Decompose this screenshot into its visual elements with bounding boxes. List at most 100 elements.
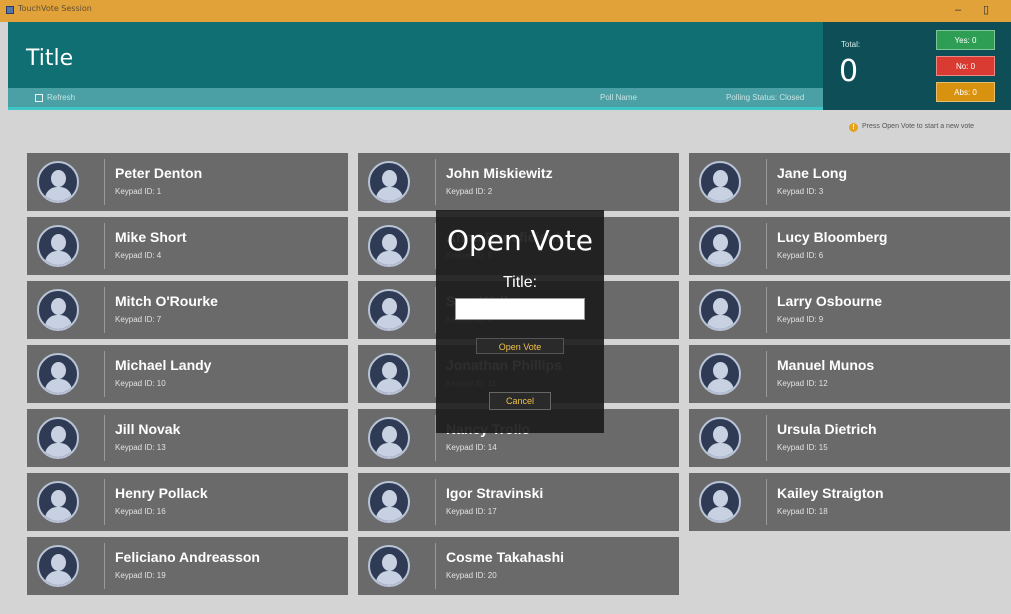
keypad-id: Keypad ID: 13 bbox=[115, 443, 166, 452]
delegate-card[interactable]: Lucy Bloomberg Keypad ID: 6 bbox=[689, 217, 1010, 275]
user-avatar-icon bbox=[699, 417, 741, 459]
card-divider bbox=[435, 543, 436, 589]
keypad-id: Keypad ID: 19 bbox=[115, 571, 166, 580]
polling-status-label: Polling Status: Closed bbox=[726, 93, 805, 102]
delegate-name: John Miskiewitz bbox=[446, 165, 553, 181]
cancel-button[interactable]: Cancel bbox=[489, 392, 551, 410]
user-avatar-icon bbox=[368, 545, 410, 587]
total-label: Total: bbox=[841, 40, 861, 49]
delegate-name: Peter Denton bbox=[115, 165, 203, 181]
delegate-card[interactable]: Manuel Munos Keypad ID: 12 bbox=[689, 345, 1010, 403]
delegate-card[interactable]: Ursula Dietrich Keypad ID: 15 bbox=[689, 409, 1010, 467]
keypad-id: Keypad ID: 16 bbox=[115, 507, 166, 516]
keypad-id: Keypad ID: 15 bbox=[777, 443, 828, 452]
open-vote-button[interactable]: Open Vote bbox=[476, 338, 564, 354]
card-divider bbox=[104, 287, 105, 333]
delegate-card[interactable]: Mike Short Keypad ID: 4 bbox=[27, 217, 348, 275]
delegate-name: Mike Short bbox=[115, 229, 187, 245]
delegate-card[interactable]: Jill Novak Keypad ID: 13 bbox=[27, 409, 348, 467]
open-vote-dialog: Open Vote Title: Open Vote Cancel bbox=[436, 210, 604, 433]
refresh-link[interactable]: Refresh bbox=[47, 93, 75, 102]
delegate-card[interactable]: Henry Pollack Keypad ID: 16 bbox=[27, 473, 348, 531]
keypad-id: Keypad ID: 12 bbox=[777, 379, 828, 388]
keypad-id: Keypad ID: 14 bbox=[446, 443, 497, 452]
delegate-name: Manuel Munos bbox=[777, 357, 875, 373]
keypad-id: Keypad ID: 9 bbox=[777, 315, 824, 324]
card-divider bbox=[766, 415, 767, 461]
delegate-card[interactable]: John Miskiewitz Keypad ID: 2 bbox=[358, 153, 679, 211]
keypad-id: Keypad ID: 6 bbox=[777, 251, 824, 260]
card-divider bbox=[104, 415, 105, 461]
window-title: TouchVote Session bbox=[18, 4, 92, 13]
user-avatar-icon bbox=[368, 417, 410, 459]
delegate-card[interactable]: Michael Landy Keypad ID: 10 bbox=[27, 345, 348, 403]
delegate-name: Igor Stravinski bbox=[446, 485, 544, 501]
maximize-button[interactable]: ▯ bbox=[976, 2, 996, 18]
delegate-card[interactable]: Cosme Takahashi Keypad ID: 20 bbox=[358, 537, 679, 595]
vote-title-input[interactable] bbox=[455, 298, 585, 320]
user-avatar-icon bbox=[368, 289, 410, 331]
keypad-id: Keypad ID: 17 bbox=[446, 507, 497, 516]
card-divider bbox=[766, 159, 767, 205]
keypad-id: Keypad ID: 10 bbox=[115, 379, 166, 388]
delegate-name: Larry Osbourne bbox=[777, 293, 883, 309]
keypad-id: Keypad ID: 20 bbox=[446, 571, 497, 580]
delegate-name: Jane Long bbox=[777, 165, 848, 181]
delegate-card[interactable]: Larry Osbourne Keypad ID: 9 bbox=[689, 281, 1010, 339]
app-icon bbox=[6, 6, 14, 14]
card-divider bbox=[766, 479, 767, 525]
user-avatar-icon bbox=[37, 481, 79, 523]
info-icon: ! bbox=[849, 123, 858, 132]
user-avatar-icon bbox=[368, 353, 410, 395]
refresh-icon[interactable] bbox=[35, 94, 43, 102]
delegate-name: Mitch O'Rourke bbox=[115, 293, 218, 309]
keypad-id: Keypad ID: 18 bbox=[777, 507, 828, 516]
user-avatar-icon bbox=[699, 289, 741, 331]
user-avatar-icon bbox=[37, 545, 79, 587]
keypad-id: Keypad ID: 2 bbox=[446, 187, 493, 196]
delegate-card[interactable]: Igor Stravinski Keypad ID: 17 bbox=[358, 473, 679, 531]
user-avatar-icon bbox=[368, 481, 410, 523]
card-divider bbox=[104, 159, 105, 205]
delegate-card[interactable]: Mitch O'Rourke Keypad ID: 7 bbox=[27, 281, 348, 339]
user-avatar-icon bbox=[699, 481, 741, 523]
user-avatar-icon bbox=[699, 161, 741, 203]
card-divider bbox=[766, 223, 767, 269]
user-avatar-icon bbox=[699, 353, 741, 395]
delegate-card[interactable]: Kailey Straigton Keypad ID: 18 bbox=[689, 473, 1010, 531]
card-divider bbox=[766, 351, 767, 397]
delegate-name: Ursula Dietrich bbox=[777, 421, 877, 437]
delegate-card[interactable]: Jane Long Keypad ID: 3 bbox=[689, 153, 1010, 211]
minimize-button[interactable]: – bbox=[948, 2, 968, 18]
delegate-name: Kailey Straigton bbox=[777, 485, 884, 501]
keypad-id: Keypad ID: 3 bbox=[777, 187, 824, 196]
user-avatar-icon bbox=[37, 353, 79, 395]
total-value: 0 bbox=[839, 54, 859, 89]
user-avatar-icon bbox=[368, 225, 410, 267]
user-avatar-icon bbox=[37, 417, 79, 459]
keypad-id: Keypad ID: 4 bbox=[115, 251, 162, 260]
delegate-card[interactable]: Feliciano Andreasson Keypad ID: 19 bbox=[27, 537, 348, 595]
delegate-card[interactable]: Peter Denton Keypad ID: 1 bbox=[27, 153, 348, 211]
card-divider bbox=[104, 351, 105, 397]
title-field-label: Title: bbox=[502, 274, 538, 291]
user-avatar-icon bbox=[368, 161, 410, 203]
delegate-name: Michael Landy bbox=[115, 357, 212, 373]
tally-panel: Total: 0 Yes: 0 No: 0 Abs: 0 bbox=[823, 22, 1011, 110]
user-avatar-icon bbox=[37, 289, 79, 331]
window-titlebar: TouchVote Session – ▯ bbox=[0, 0, 1011, 22]
no-count-badge: No: 0 bbox=[936, 56, 995, 76]
card-divider bbox=[104, 543, 105, 589]
abstain-count-badge: Abs: 0 bbox=[936, 82, 995, 102]
delegate-name: Henry Pollack bbox=[115, 485, 208, 501]
keypad-id: Keypad ID: 7 bbox=[115, 315, 162, 324]
card-divider bbox=[104, 479, 105, 525]
card-divider bbox=[435, 159, 436, 205]
card-divider bbox=[766, 287, 767, 333]
poll-name-label: Poll Name bbox=[600, 93, 637, 102]
delegate-name: Feliciano Andreasson bbox=[115, 549, 260, 565]
user-avatar-icon bbox=[699, 225, 741, 267]
card-divider bbox=[104, 223, 105, 269]
card-divider bbox=[435, 479, 436, 525]
user-avatar-icon bbox=[37, 161, 79, 203]
